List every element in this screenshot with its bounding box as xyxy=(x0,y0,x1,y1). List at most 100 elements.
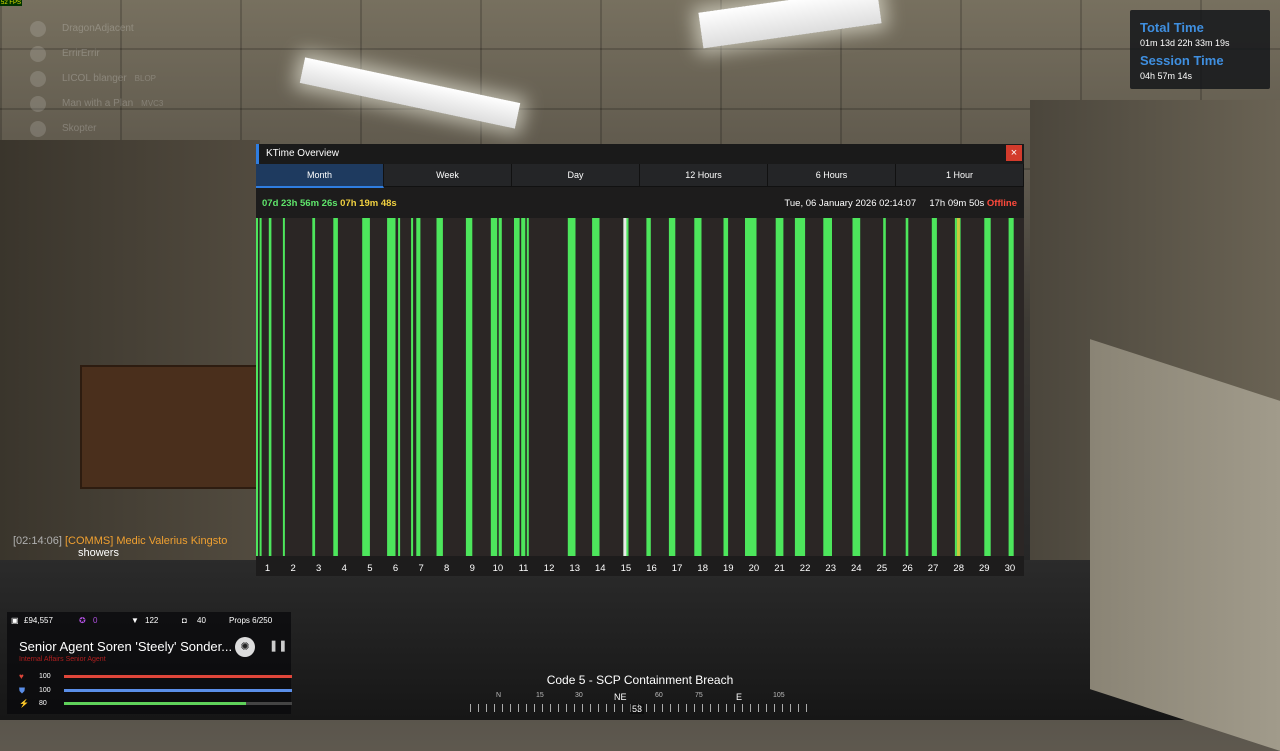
date-status: Tue, 06 January 2026 02:14:07 17h 09m 50… xyxy=(784,198,1017,209)
total-time-label: Total Time xyxy=(1140,20,1204,35)
tab-12-hours[interactable]: 12 Hours xyxy=(640,164,768,187)
window-titlebar[interactable]: KTime Overview × xyxy=(256,144,1024,164)
online-bar xyxy=(794,218,806,556)
ktime-window: KTime Overview × Month Week Day 12 Hours… xyxy=(256,144,1024,576)
compass-label: NE xyxy=(614,692,627,702)
day-tick-label: 3 xyxy=(316,563,321,574)
afk-total: 07h 19m 48s xyxy=(340,198,397,209)
titlebar-accent xyxy=(256,144,259,164)
day-tick-label: 1 xyxy=(265,563,270,574)
day-tick-label: 29 xyxy=(979,563,990,574)
current-time-marker xyxy=(623,218,627,556)
player-tag: BLOP xyxy=(134,74,157,83)
online-bar xyxy=(823,218,832,556)
faction-emblem-icon: ✺ xyxy=(235,637,255,657)
armor-bar xyxy=(64,689,292,692)
shield-icon: ⛊ xyxy=(19,686,25,695)
day-tick-label: 2 xyxy=(290,563,295,574)
online-bar xyxy=(931,218,937,556)
online-bar xyxy=(592,218,600,556)
online-bar xyxy=(883,218,886,556)
avatar xyxy=(30,95,46,112)
online-bar xyxy=(490,218,498,556)
compass-label: 60 xyxy=(655,692,663,699)
fps-counter: 52 FPS xyxy=(0,0,23,6)
activity-chart: 1 2 3 4 5 6 7 8 9 10 11 12 13 14 15 16 17 18 19 20 21 22 23 24 2… xyxy=(256,218,1024,574)
player-hud: ▣ £94,557 ✪ 0 ▼ 122 ◘ 40 Props 6/250 Sen… xyxy=(7,612,292,714)
avatar xyxy=(30,70,46,87)
character-rank: Internal Affairs Senior Agent xyxy=(19,656,106,663)
day-tick-label: 17 xyxy=(672,563,683,574)
online-bar xyxy=(905,218,909,556)
day-tick-label: 28 xyxy=(953,563,964,574)
avatar xyxy=(30,20,46,37)
player-name: DragonAdjacent xyxy=(62,23,134,34)
day-tick-label: 8 xyxy=(444,563,449,574)
online-bar xyxy=(268,218,272,556)
stats-row: 07d 23h 56m 26s 07h 19m 48s Tue, 06 Janu… xyxy=(256,192,1024,212)
day-tick-label: 15 xyxy=(621,563,632,574)
day-tick-label: 24 xyxy=(851,563,862,574)
online-bar xyxy=(723,218,729,556)
stamina-row: ⚡ 80 xyxy=(19,699,292,709)
tab-month[interactable]: Month xyxy=(256,164,384,188)
desk xyxy=(80,365,264,489)
wallet-icon: ▣ xyxy=(11,616,19,625)
online-bar xyxy=(398,218,401,556)
online-bar xyxy=(498,218,502,556)
player-entry: Skopter xyxy=(30,116,163,141)
day-tick-label: 27 xyxy=(928,563,939,574)
chart-background xyxy=(256,218,1024,556)
player-entry: LICOL blanger BLOP xyxy=(30,66,163,91)
tab-week[interactable]: Week xyxy=(384,164,512,187)
armor-row: ⛊ 100 xyxy=(19,686,292,696)
session-time-value: 04h 57m 14s xyxy=(1140,71,1193,81)
online-bar xyxy=(954,218,957,556)
online-bar xyxy=(668,218,676,556)
stamina-fill xyxy=(64,702,247,705)
online-bar xyxy=(745,218,757,556)
player-entry: ErrirErrir xyxy=(30,41,163,66)
close-button[interactable]: × xyxy=(1006,145,1022,161)
chat-box: [02:14:06] [COMMS] Medic Valerius Kingst… xyxy=(13,535,227,559)
total-time-value: 01m 13d 22h 33m 19s xyxy=(1140,38,1230,48)
day-tick-label: 30 xyxy=(1005,563,1016,574)
photo-value: 40 xyxy=(197,616,206,625)
avatar xyxy=(30,120,46,137)
tab-1-hour[interactable]: 1 Hour xyxy=(896,164,1024,187)
online-bar xyxy=(259,218,262,556)
range-tabs: Month Week Day 12 Hours 6 Hours 1 Hour xyxy=(256,164,1024,188)
token-icon: ✪ xyxy=(79,616,86,625)
online-bar xyxy=(256,218,258,556)
pause-icon[interactable]: ❚❚ xyxy=(269,639,287,652)
day-tick-label: 25 xyxy=(877,563,888,574)
money-value: £94,557 xyxy=(24,616,53,625)
code-status: Code 5 - SCP Containment Breach xyxy=(546,673,734,687)
tab-day[interactable]: Day xyxy=(512,164,640,187)
day-tick-label: 4 xyxy=(342,563,347,574)
player-tag: MVC3 xyxy=(141,99,164,108)
day-tick-label: 9 xyxy=(470,563,475,574)
compass-label: N xyxy=(496,692,502,699)
day-tick-label: 21 xyxy=(774,563,785,574)
online-bar xyxy=(775,218,784,556)
online-bar xyxy=(416,218,421,556)
time-summary: 07d 23h 56m 26s 07h 19m 48s xyxy=(262,198,397,209)
day-tick-label: 5 xyxy=(367,563,372,574)
day-tick-label: 20 xyxy=(749,563,760,574)
avatar xyxy=(30,45,46,62)
online-bar xyxy=(436,218,443,556)
player-name: LICOL blanger xyxy=(62,73,127,84)
tab-6-hours[interactable]: 6 Hours xyxy=(768,164,896,187)
day-tick-label: 16 xyxy=(646,563,657,574)
chat-message-continued: showers xyxy=(78,547,119,559)
gem-icon: ▼ xyxy=(131,616,139,625)
day-tick-label: 12 xyxy=(544,563,555,574)
time-panel: Total Time 01m 13d 22h 33m 19s Session T… xyxy=(1130,10,1270,89)
online-bar xyxy=(362,218,370,556)
online-bar xyxy=(646,218,651,556)
player-list: DragonAdjacent ErrirErrir LICOL blanger B… xyxy=(30,16,163,141)
stamina-icon: ⚡ xyxy=(19,699,29,708)
day-tick-label: 13 xyxy=(569,563,580,574)
compass-label: E xyxy=(736,692,743,702)
